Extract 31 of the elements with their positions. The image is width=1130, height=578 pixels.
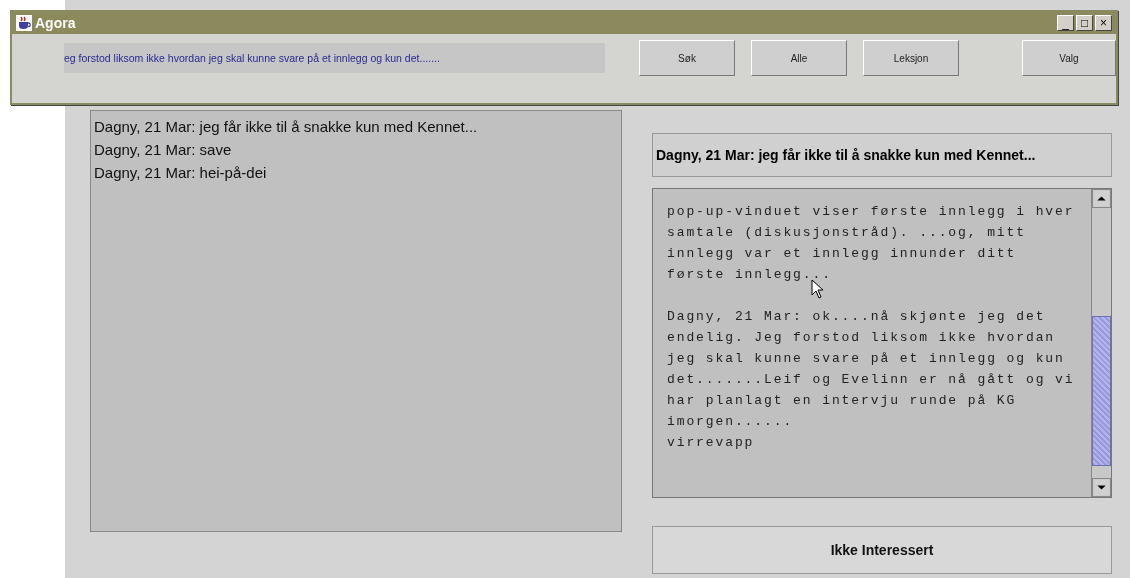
message-line: jeg skal kunne svare på et innlegg og kun xyxy=(667,350,1066,368)
message-line: samtale (diskusjonstråd). ...og, mitt xyxy=(667,224,1027,242)
scroll-up-icon[interactable] xyxy=(1092,189,1111,208)
message-list-item[interactable]: Dagny, 21 Mar: hei-på-dei xyxy=(94,161,618,184)
not-interested-button[interactable]: Ikke Interessert xyxy=(652,526,1112,574)
window-control-button[interactable]: _ xyxy=(1057,15,1074,31)
message-line: virrevapp xyxy=(667,434,756,452)
message-line: første innlegg... xyxy=(667,266,833,284)
toolbar-button[interactable]: Leksjon xyxy=(863,40,959,76)
message-list-item[interactable]: Dagny, 21 Mar: jeg får ikke til å snakke kun med Kennet... xyxy=(94,115,618,138)
message-line: innlegg var et innlegg innunder ditt xyxy=(667,245,1018,263)
scrollbar-thumb[interactable] xyxy=(1092,316,1111,466)
scrollbar[interactable] xyxy=(1091,189,1111,497)
mouse-pointer-icon xyxy=(811,279,825,299)
scroll-down-icon[interactable] xyxy=(1092,478,1111,497)
message-line: Dagny, 21 Mar: ok....nå skjønte jeg det xyxy=(667,308,1047,326)
toolbar-button[interactable]: Alle xyxy=(751,40,847,76)
message-line: endelig. Jeg forstod liksom ikke hvordan xyxy=(667,329,1057,347)
window-control-button[interactable]: □ xyxy=(1076,15,1093,31)
message-line: det.......Leif og Evelinn er nå gått og vi xyxy=(667,371,1076,389)
news-ticker: eg forstod liksom ikke hvordan jeg skal kunne svare på et innlegg og kun det....... xyxy=(64,43,605,73)
message-list-item[interactable]: Dagny, 21 Mar: save xyxy=(94,138,618,161)
message-title: Dagny, 21 Mar: jeg får ikke til å snakke kun med Kennet... xyxy=(652,133,1112,177)
message-line: imorgen...... xyxy=(667,413,795,431)
toolbar-button[interactable]: Valg xyxy=(1022,40,1116,76)
message-line: pop-up-vinduet viser første innlegg i hver xyxy=(667,203,1076,221)
window-control-button[interactable]: × xyxy=(1095,15,1112,31)
message-line: har planlagt en intervju runde på KG xyxy=(667,392,1018,410)
window-title: Agora xyxy=(35,15,76,31)
cup-icon xyxy=(16,15,32,31)
toolbar-button[interactable]: Søk xyxy=(639,40,735,76)
